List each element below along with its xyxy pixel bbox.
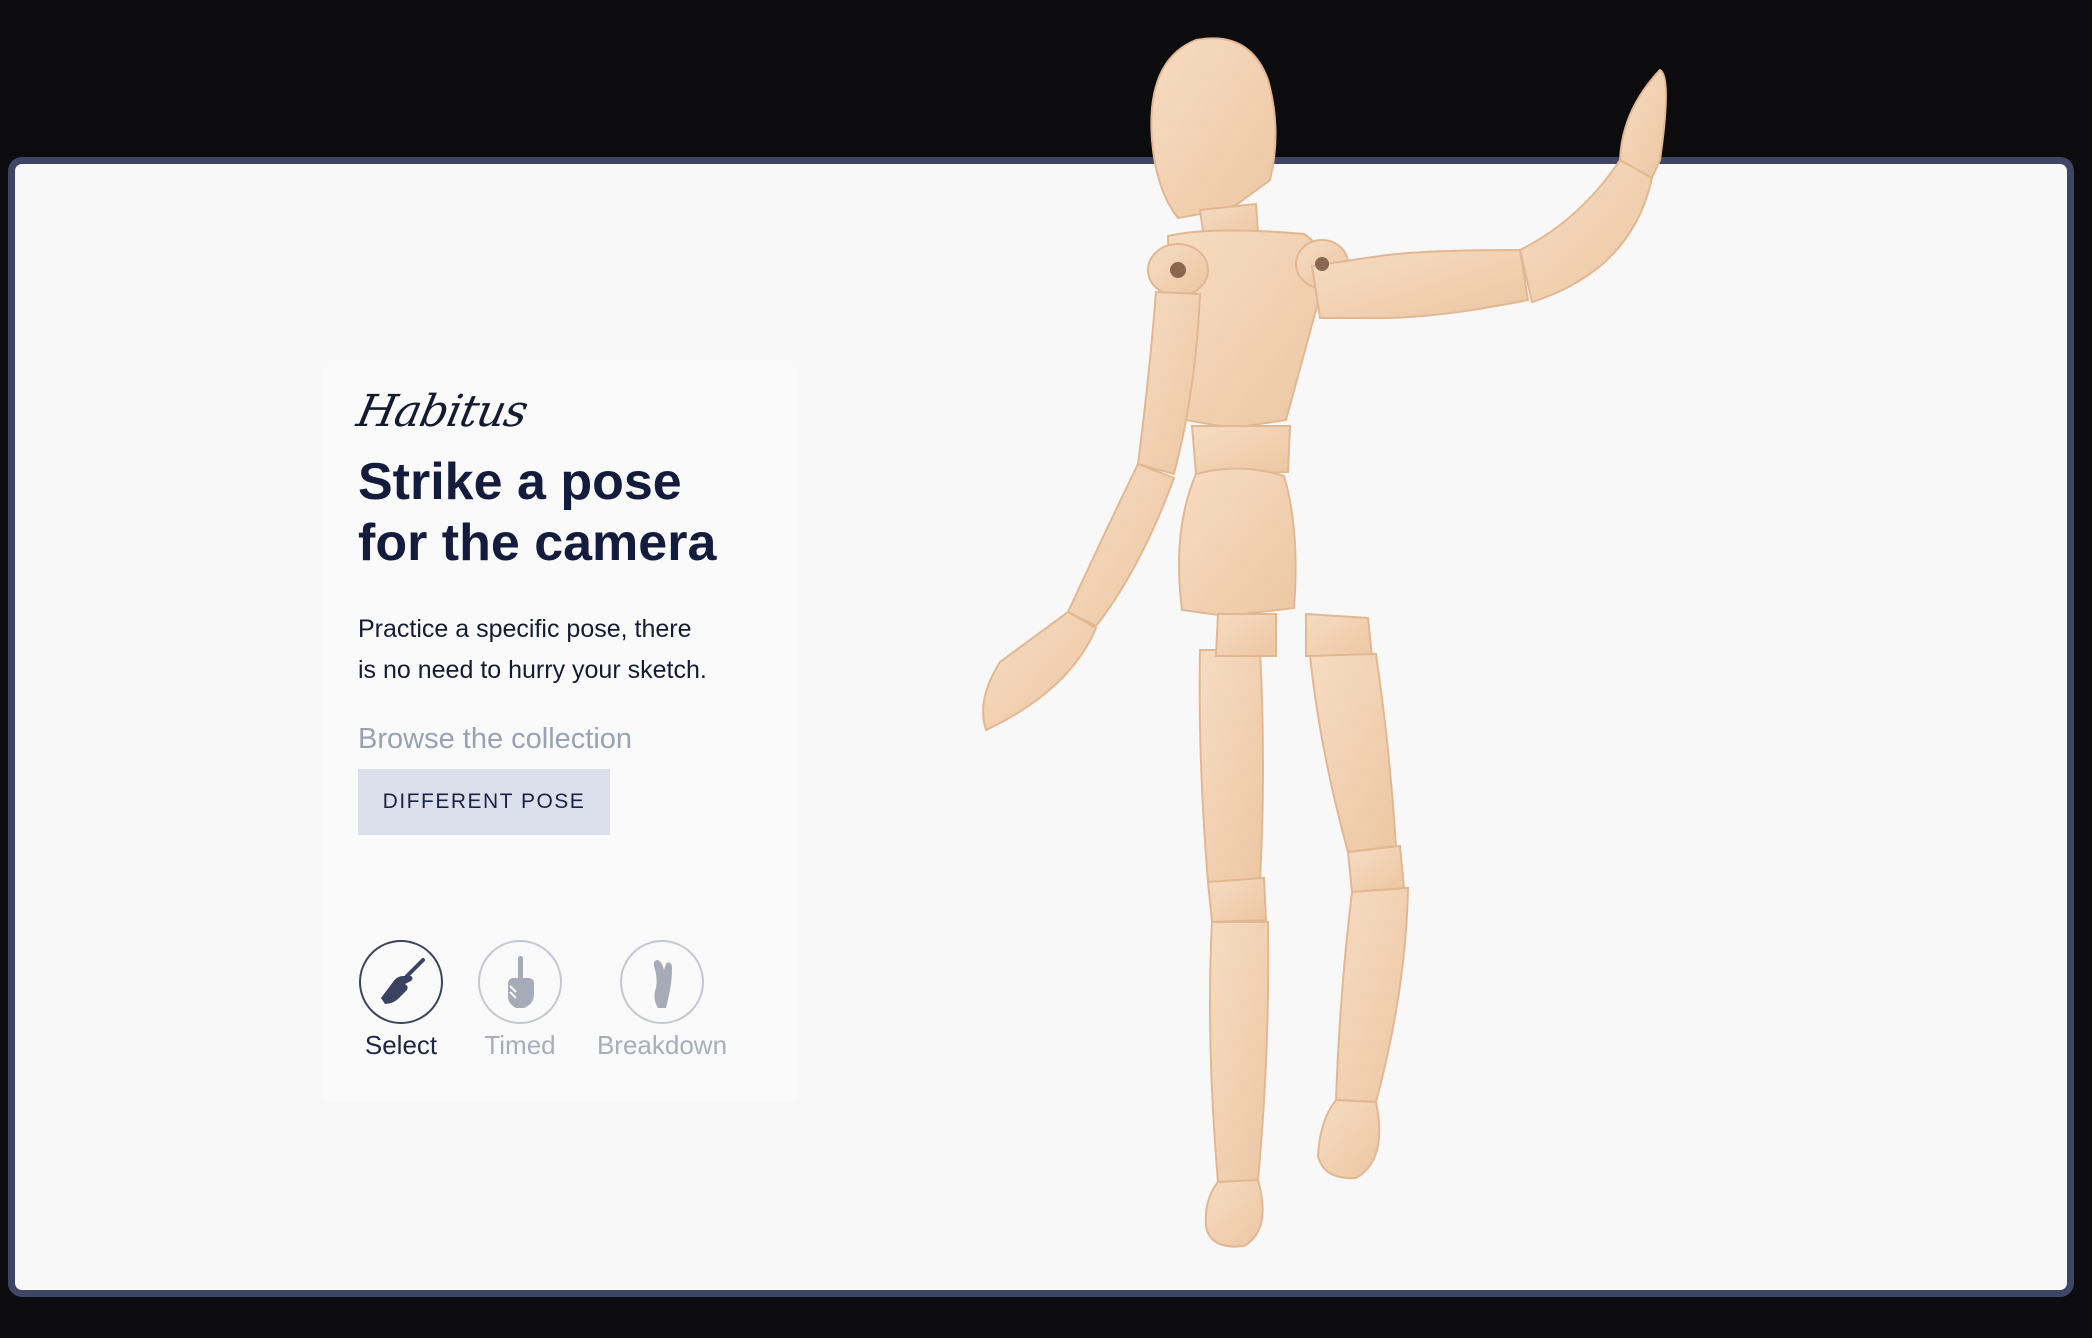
mannequin-right-hand (1618, 68, 1667, 180)
mode-timed-circle[interactable] (478, 940, 562, 1024)
mannequin-right-hip (1305, 612, 1374, 657)
mode-timed[interactable]: Timed (477, 940, 563, 1061)
mode-select-circle[interactable] (359, 940, 443, 1024)
mannequin-left-shin (1209, 921, 1270, 1184)
hand-breakdown-icon (653, 960, 672, 1008)
mannequin-right-knee (1346, 844, 1406, 894)
headline-line-1: Strike a pose (358, 453, 682, 511)
mannequin-right-forearm (1518, 158, 1654, 304)
description-line-1: Practice a specific pose, there (358, 615, 692, 643)
mannequin-left-hand (982, 610, 1098, 732)
mode-breakdown[interactable]: Breakdown (590, 940, 734, 1061)
mannequin-left-forearm (1066, 462, 1176, 628)
mannequin-left-thigh (1198, 649, 1264, 884)
mannequin-right-thigh (1308, 652, 1398, 854)
mode-breakdown-circle[interactable] (620, 940, 704, 1024)
mannequin-head (1150, 37, 1277, 220)
mannequin-left-foot (1204, 1178, 1264, 1248)
hand-pencil-icon (381, 958, 425, 1004)
different-pose-button[interactable]: DIFFERENT POSE (358, 769, 610, 835)
mannequin-figure (982, 37, 1667, 1248)
mannequin-right-shin (1334, 886, 1410, 1104)
mode-select[interactable]: Select (358, 940, 444, 1061)
mannequin-right-upper-arm (1310, 248, 1530, 320)
mannequin-pelvis (1178, 467, 1297, 618)
browse-collection-link[interactable]: Browse the collection (358, 723, 632, 756)
mode-breakdown-label: Breakdown (596, 1030, 728, 1060)
page-title: Strike a pose for the camera (358, 452, 778, 574)
mannequin-left-knee (1206, 876, 1268, 924)
brand-logo: Habitus (352, 386, 532, 437)
hero-description: Practice a specific pose, there is no ne… (358, 609, 778, 691)
mannequin-left-hip (1214, 613, 1277, 657)
description-line-2: is no need to hurry your sketch. (358, 656, 707, 684)
mannequin-waist (1190, 425, 1292, 476)
mannequin-left-upper-arm (1136, 290, 1202, 476)
headline-line-2: for the camera (358, 514, 717, 572)
app-stage: Habitus Strike a pose for the camera Pra… (0, 0, 2092, 1338)
mode-timed-label: Timed (484, 1030, 556, 1060)
hand-timer-icon (508, 956, 534, 1008)
mannequin-right-foot (1316, 1098, 1381, 1180)
mode-select-label: Select (364, 1030, 438, 1060)
